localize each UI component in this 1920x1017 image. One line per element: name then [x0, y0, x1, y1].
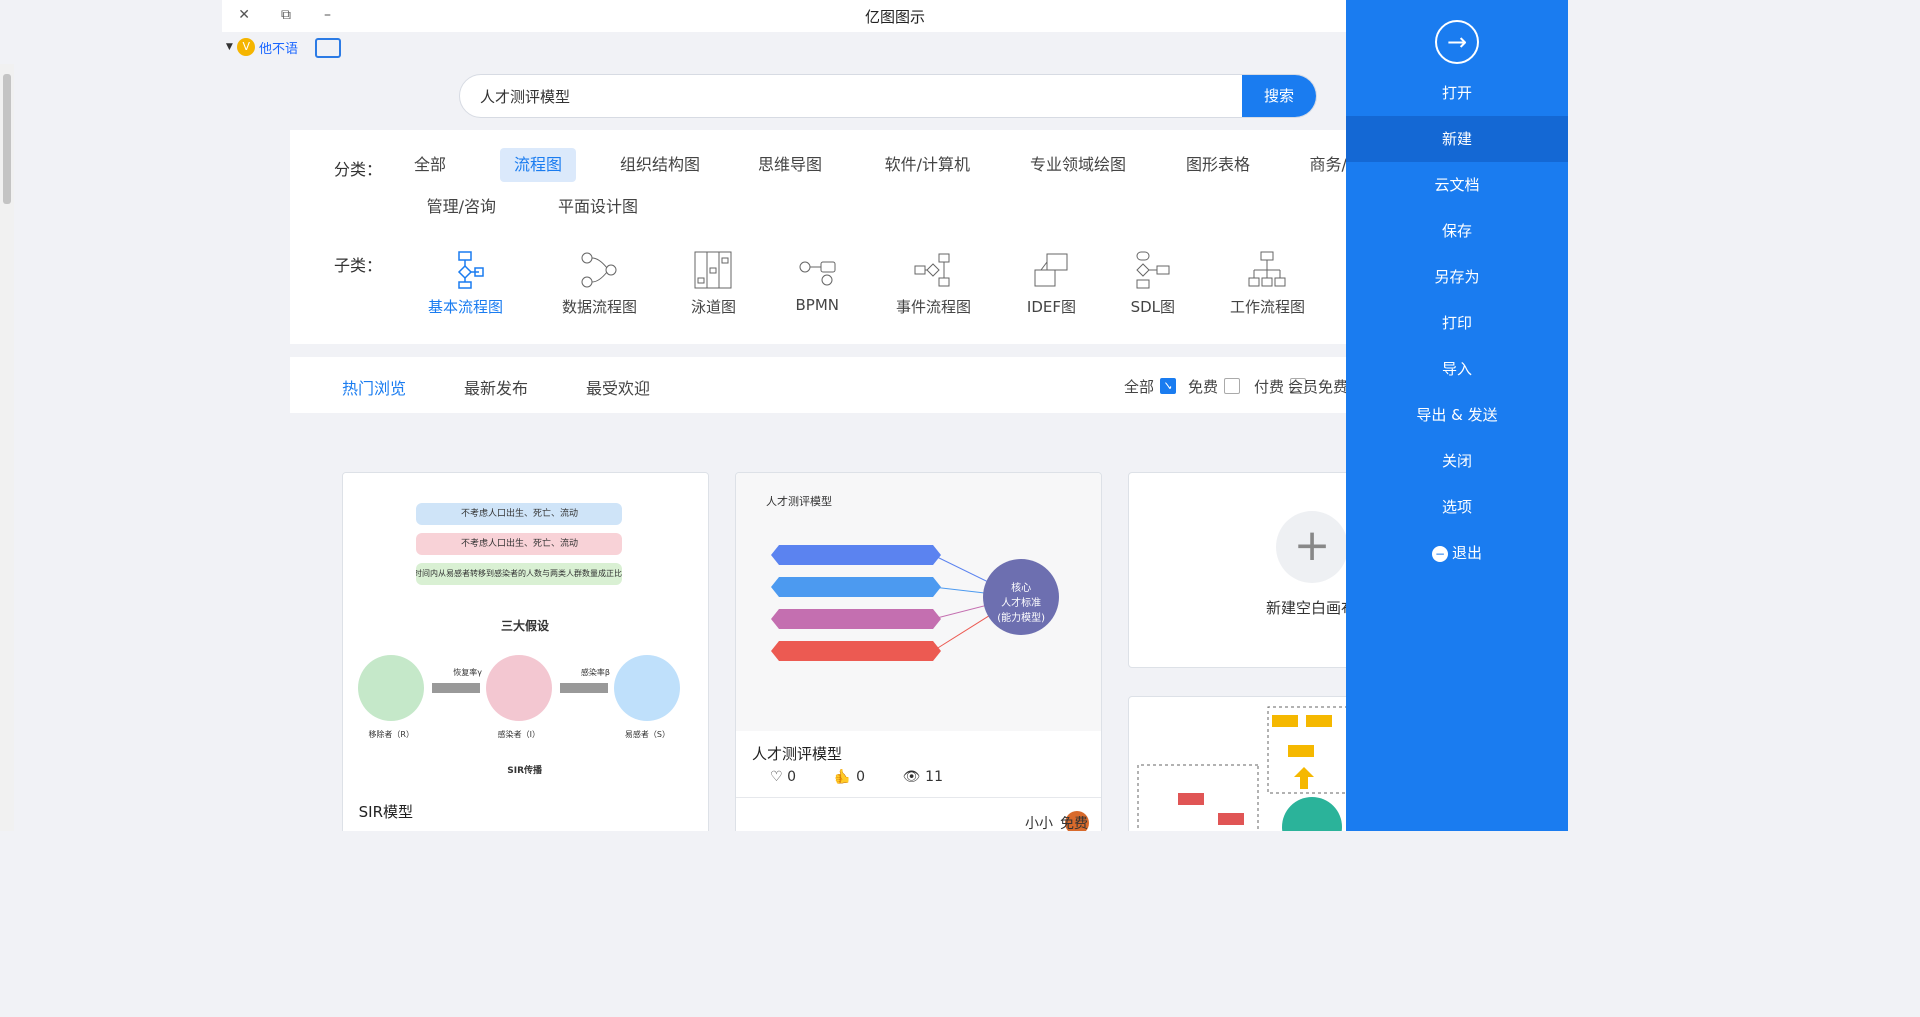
- sidebar-item-cloud[interactable]: 云文档: [1346, 162, 1568, 208]
- diagram-title: 三大假设: [500, 619, 549, 633]
- diagram-caption: SIR传播: [507, 766, 542, 776]
- category-mind-map[interactable]: 思维导图: [744, 148, 836, 182]
- sub-idef[interactable]: IDEF图: [1006, 250, 1096, 317]
- category-management[interactable]: 管理/咨询: [413, 190, 510, 224]
- sidebar-item-export[interactable]: 导出 & 发送: [1346, 392, 1568, 438]
- arrow-2: [432, 683, 480, 693]
- category-flowchart[interactable]: 流程图: [499, 148, 576, 182]
- center-node: 核心 人才标准 (能力模型): [997, 583, 1045, 624]
- app-title: 亿图图示: [865, 8, 926, 26]
- basic-flowchart-icon: [445, 250, 485, 290]
- file-sidebar: → 打开 新建 云文档 保存 另存为 打印 导入 导出 & 发送 关闭 选项 −…: [1346, 0, 1568, 831]
- filter-all-checkbox[interactable]: ✓ 全部: [1124, 377, 1176, 396]
- search-box[interactable]: 搜索 人才测评模型: [459, 74, 1317, 118]
- author-name: 小小: [1025, 816, 1053, 831]
- sidebar-item-options[interactable]: 选项: [1346, 484, 1568, 530]
- sidebar-item-open[interactable]: 打开: [1346, 70, 1568, 116]
- subcategory-label: 子类：: [334, 256, 383, 275]
- user-menu[interactable]: ▼ V 他不语: [226, 36, 298, 58]
- sort-popular[interactable]: 最受欢迎: [586, 375, 650, 399]
- close-window-button[interactable]: ✕: [230, 4, 258, 26]
- sidebar-item-import[interactable]: 导入: [1346, 346, 1568, 392]
- thumbs-up-icon: 👍: [833, 769, 852, 785]
- assumption-3: 单位时间内从易感者转移到感染者的人数与两类人群数量成正比: [416, 563, 622, 585]
- bpmn-icon: [797, 250, 837, 290]
- views-stat: 11 👁: [902, 769, 943, 785]
- restore-window-button[interactable]: ⧉: [272, 4, 300, 26]
- assumption-2: 不考虑人口出生、死亡、流动: [416, 533, 622, 555]
- new-blank-label: 新建空白画布: [1266, 599, 1357, 617]
- idef-icon: [1031, 250, 1071, 290]
- user-name: 他不语: [258, 41, 298, 57]
- arrow-1: [560, 683, 608, 693]
- assumption-1: 不考虑人口出生、死亡、流动: [416, 503, 622, 525]
- favorites-stat: 0 ♡: [770, 769, 796, 785]
- sidebar-item-save-as[interactable]: 另存为: [1346, 254, 1568, 300]
- minimize-window-button[interactable]: –: [314, 4, 342, 26]
- event-flow-icon: [913, 250, 953, 290]
- plus-icon: +: [1276, 511, 1348, 583]
- search-button[interactable]: 搜索: [1242, 75, 1316, 117]
- data-flow-icon: [579, 250, 619, 290]
- swimlane-icon: [693, 250, 733, 290]
- template-thumbnail: 人才测评模型 核心 人才标准 (能力模型): [736, 473, 1101, 731]
- checkmark-icon: ✓: [1160, 378, 1176, 394]
- sub-sdl[interactable]: SDL图: [1108, 250, 1198, 317]
- sort-newest[interactable]: 最新发布: [464, 375, 528, 399]
- category-graphic-table[interactable]: 图形表格: [1172, 148, 1264, 182]
- template-card-talent-model[interactable]: 人才测评模型 核心 人才标准 (能力模型) 人才测评模型 11 👁 0 👍 0 …: [735, 472, 1102, 831]
- likes-stat: 0 👍: [833, 769, 865, 785]
- back-arrow-icon[interactable]: →: [1435, 20, 1479, 64]
- eye-icon: 👁: [902, 769, 921, 785]
- filter-panel: 分类： 全部 流程图 组织结构图 思维导图 软件/计算机 专业领域绘图 图形表格…: [290, 130, 1486, 344]
- category-professional[interactable]: 专业领域绘图: [1016, 148, 1140, 182]
- sub-swimlane[interactable]: 泳道图: [668, 250, 758, 317]
- category-label: 分类：: [334, 160, 383, 179]
- workflow-icon: [1247, 250, 1287, 290]
- sidebar-item-new[interactable]: 新建: [1346, 116, 1568, 162]
- chevron-down-icon: ▼: [226, 42, 233, 52]
- node-i: [486, 655, 552, 721]
- sort-bar: 热门浏览 最新发布 最受欢迎 ✓ 全部 免费 付费 会员免费: [290, 357, 1486, 413]
- category-graphic-design[interactable]: 平面设计图: [544, 190, 652, 224]
- template-title: 人才测评模型: [752, 745, 843, 763]
- sort-hot[interactable]: 热门浏览: [342, 375, 406, 399]
- message-icon[interactable]: [315, 38, 341, 58]
- sub-basic-flowchart[interactable]: 基本流程图: [420, 250, 510, 317]
- vertical-scrollbar[interactable]: [0, 64, 14, 831]
- node-s: [614, 655, 680, 721]
- sub-event-flowchart[interactable]: 事件流程图: [888, 250, 978, 317]
- exit-icon: −: [1431, 545, 1448, 562]
- heart-icon: ♡: [770, 769, 783, 785]
- template-thumbnail: 不考虑人口出生、死亡、流动 不考虑人口出生、死亡、流动 单位时间内从易感者转移到…: [343, 473, 708, 793]
- sdl-icon: [1133, 250, 1173, 290]
- category-software[interactable]: 软件/计算机: [871, 148, 984, 182]
- sidebar-item-save[interactable]: 保存: [1346, 208, 1568, 254]
- sub-data-flowchart[interactable]: 数据流程图: [554, 250, 644, 317]
- node-r: [358, 655, 424, 721]
- category-all[interactable]: 全部: [400, 148, 460, 182]
- sidebar-item-close[interactable]: 关闭: [1346, 438, 1568, 484]
- search-input[interactable]: 人才测评模型: [480, 86, 570, 107]
- template-title: SIR模型: [359, 803, 414, 821]
- sidebar-item-print[interactable]: 打印: [1346, 300, 1568, 346]
- sub-bpmn[interactable]: BPMN: [772, 250, 862, 314]
- template-stats: 11 👁 0 👍 0 ♡: [770, 769, 943, 785]
- category-org-chart[interactable]: 组织结构图: [606, 148, 714, 182]
- template-card-sir-model[interactable]: 不考虑人口出生、死亡、流动 不考虑人口出生、死亡、流动 单位时间内从易感者转移到…: [342, 472, 709, 831]
- price-label: 免费: [1060, 816, 1088, 831]
- sidebar-item-exit[interactable]: − 退出: [1346, 530, 1568, 576]
- sub-workflow[interactable]: 工作流程图: [1222, 250, 1312, 317]
- filter-free-checkbox[interactable]: 免费: [1188, 377, 1240, 396]
- vip-crown-icon: V: [236, 38, 255, 56]
